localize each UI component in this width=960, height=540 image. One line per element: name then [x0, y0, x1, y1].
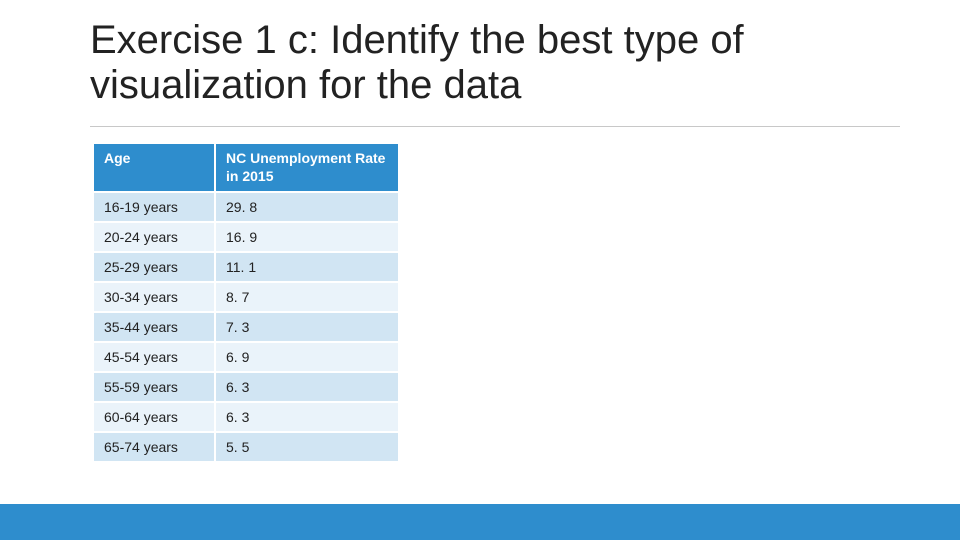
table-row: 45-54 years 6. 9	[93, 342, 399, 372]
cell-rate: 6. 3	[215, 402, 399, 432]
table-row: 65-74 years 5. 5	[93, 432, 399, 462]
slide: Exercise 1 c: Identify the best type of …	[0, 0, 960, 540]
cell-rate: 16. 9	[215, 222, 399, 252]
cell-age: 65-74 years	[93, 432, 215, 462]
cell-age: 20-24 years	[93, 222, 215, 252]
table-row: 30-34 years 8. 7	[93, 282, 399, 312]
slide-title: Exercise 1 c: Identify the best type of …	[90, 18, 900, 108]
table-row: 25-29 years 11. 1	[93, 252, 399, 282]
data-table: Age NC Unemployment Rate in 2015 16-19 y…	[92, 142, 400, 463]
table-header-age: Age	[93, 143, 215, 192]
footer-bar	[0, 504, 960, 540]
cell-rate: 8. 7	[215, 282, 399, 312]
cell-rate: 11. 1	[215, 252, 399, 282]
cell-rate: 6. 9	[215, 342, 399, 372]
title-divider	[90, 126, 900, 127]
cell-rate: 6. 3	[215, 372, 399, 402]
table-header-row: Age NC Unemployment Rate in 2015	[93, 143, 399, 192]
cell-age: 25-29 years	[93, 252, 215, 282]
cell-rate: 5. 5	[215, 432, 399, 462]
table-row: 60-64 years 6. 3	[93, 402, 399, 432]
cell-age: 55-59 years	[93, 372, 215, 402]
table-row: 16-19 years 29. 8	[93, 192, 399, 222]
cell-age: 16-19 years	[93, 192, 215, 222]
data-table-wrap: Age NC Unemployment Rate in 2015 16-19 y…	[92, 142, 398, 463]
cell-age: 45-54 years	[93, 342, 215, 372]
cell-rate: 7. 3	[215, 312, 399, 342]
cell-rate: 29. 8	[215, 192, 399, 222]
cell-age: 60-64 years	[93, 402, 215, 432]
table-header-rate: NC Unemployment Rate in 2015	[215, 143, 399, 192]
table-row: 35-44 years 7. 3	[93, 312, 399, 342]
cell-age: 35-44 years	[93, 312, 215, 342]
table-row: 55-59 years 6. 3	[93, 372, 399, 402]
table-row: 20-24 years 16. 9	[93, 222, 399, 252]
cell-age: 30-34 years	[93, 282, 215, 312]
